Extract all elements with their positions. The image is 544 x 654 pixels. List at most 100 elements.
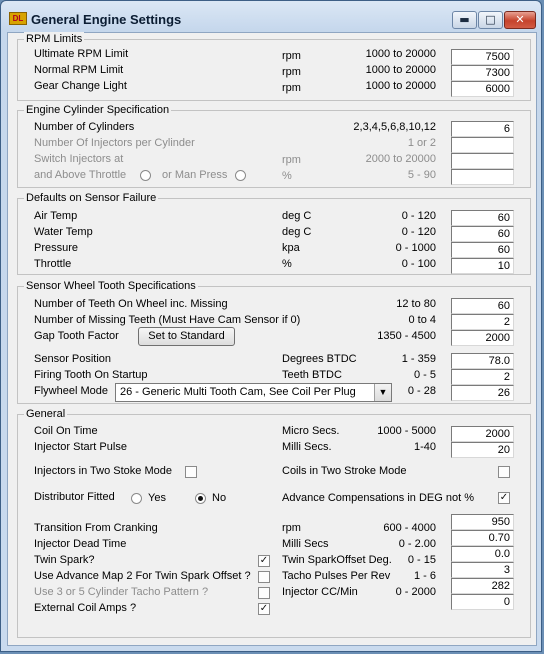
advance-comp-label: Advance Compensations in DEG not % — [282, 492, 474, 504]
firing-tooth-range: 0 - 5 — [413, 369, 436, 381]
firing-tooth-input[interactable]: 2 — [451, 369, 514, 385]
tacho-pulses-input[interactable]: 3 — [451, 562, 514, 578]
teeth-on-wheel-input[interactable]: 60 — [451, 298, 514, 314]
ultimate-rpm-unit: rpm — [282, 50, 301, 62]
external-coil-amps-checkbox[interactable]: ✓ — [258, 603, 270, 615]
sensor-position-label: Sensor Position — [34, 353, 112, 365]
coils-two-stroke-checkbox[interactable] — [498, 466, 510, 478]
distributor-fitted-label: Distributor Fitted — [34, 491, 115, 503]
tacho-pattern-label: Use 3 or 5 Cylinder Tacho Pattern ? — [34, 586, 209, 598]
close-button[interactable]: ✕ — [504, 11, 536, 29]
sensor-position-unit: Degrees BTDC — [282, 353, 357, 365]
above-throttle-radio[interactable] — [140, 170, 151, 181]
water-temp-input[interactable]: 60 — [451, 226, 514, 242]
above-throttle-range: 5 - 90 — [407, 169, 436, 181]
distributor-no-radio[interactable] — [195, 493, 206, 504]
ultimate-rpm-input[interactable]: 7500 — [451, 49, 514, 65]
missing-teeth-input[interactable]: 2 — [451, 314, 514, 330]
maximize-button[interactable]: □ — [478, 11, 503, 29]
advance-comp-checkbox[interactable]: ✓ — [498, 492, 510, 504]
tacho-pattern-checkbox[interactable] — [258, 587, 270, 599]
flywheel-mode-selected: 26 - Generic Multi Tooth Cam, See Coil P… — [120, 386, 356, 398]
twin-spark-offset-input[interactable]: 0.0 — [451, 546, 514, 562]
flywheel-mode-input[interactable]: 26 — [451, 385, 514, 401]
pressure-label: Pressure — [34, 242, 79, 254]
normal-rpm-input[interactable]: 7300 — [451, 65, 514, 81]
injectors-per-cyl-range: 1 or 2 — [407, 137, 436, 149]
group-title-cylinder: Engine Cylinder Specification — [24, 103, 172, 117]
title-bar[interactable]: DL General Engine Settings ▬ □ ✕ — [1, 1, 541, 33]
man-press-radio[interactable] — [235, 170, 246, 181]
injectors-per-cyl-label: Number Of Injectors per Cylinder — [34, 137, 195, 149]
air-temp-unit: deg C — [282, 210, 312, 222]
advance-map2-checkbox[interactable] — [258, 571, 270, 583]
above-throttle-label: and Above Throttle — [34, 169, 127, 181]
injector-cc-label: Injector CC/Min — [282, 586, 358, 598]
switch-injectors-input[interactable] — [451, 153, 514, 169]
injectors-two-stroke-checkbox[interactable] — [185, 466, 197, 478]
injector-dead-time-unit: Milli Secs — [282, 538, 329, 550]
pressure-range: 0 - 1000 — [395, 242, 436, 254]
pressure-input[interactable]: 60 — [451, 242, 514, 258]
window: DL General Engine Settings ▬ □ ✕ RPM Lim… — [0, 0, 542, 652]
cylinder-group: Engine Cylinder Specification Number of … — [17, 103, 531, 188]
transition-cranking-unit: rpm — [282, 522, 301, 534]
distributor-yes-label: Yes — [148, 492, 166, 504]
gap-tooth-label: Gap Tooth Factor — [34, 330, 119, 342]
injector-cc-input[interactable]: 282 — [451, 578, 514, 594]
switch-injectors-range: 2000 to 20000 — [365, 153, 436, 165]
missing-teeth-range: 0 to 4 — [408, 314, 436, 326]
normal-rpm-unit: rpm — [282, 66, 301, 78]
above-throttle-input[interactable] — [451, 169, 514, 185]
gear-change-input[interactable]: 6000 — [451, 81, 514, 97]
throttle-label: Throttle — [34, 258, 72, 270]
gap-tooth-input[interactable]: 2000 — [451, 330, 514, 346]
firing-tooth-unit: Teeth BTDC — [282, 369, 342, 381]
injectors-two-stroke-label: Injectors in Two Stoke Mode — [34, 465, 172, 477]
injector-start-pulse-input[interactable]: 20 — [451, 442, 514, 458]
external-coil-amps-label: External Coil Amps ? — [34, 602, 137, 614]
flywheel-mode-label: Flywheel Mode — [34, 385, 108, 397]
group-title-rpm-limits: RPM Limits — [24, 32, 85, 46]
app-icon: DL — [9, 12, 27, 25]
dialog-client: RPM Limits Ultimate RPM Limit rpm 1000 t… — [7, 32, 537, 646]
coils-two-stroke-label: Coils in Two Stroke Mode — [282, 465, 407, 477]
gear-change-label: Gear Change Light — [34, 80, 127, 92]
general-group: General Coil On Time Micro Secs. 1000 - … — [17, 407, 531, 638]
tacho-pulses-range: 1 - 6 — [413, 570, 436, 582]
coil-on-time-input[interactable]: 2000 — [451, 426, 514, 442]
firing-tooth-label: Firing Tooth On Startup — [34, 369, 148, 381]
water-temp-unit: deg C — [282, 226, 312, 238]
radio-selected-dot-icon — [198, 496, 203, 501]
injector-dead-time-input[interactable]: 0.70 — [451, 530, 514, 546]
num-cylinders-input[interactable]: 6 — [451, 121, 514, 137]
sensor-failure-group: Defaults on Sensor Failure Air Temp deg … — [17, 191, 531, 275]
pressure-unit: kpa — [282, 242, 300, 254]
rpm-limits-group: RPM Limits Ultimate RPM Limit rpm 1000 t… — [17, 32, 531, 101]
twin-spark-checkbox[interactable]: ✓ — [258, 555, 270, 567]
injector-start-pulse-range: 1-40 — [413, 441, 436, 453]
water-temp-label: Water Temp — [34, 226, 93, 238]
switch-injectors-label: Switch Injectors at — [34, 153, 124, 165]
num-cylinders-range: 2,3,4,5,6,8,10,12 — [353, 121, 436, 133]
extra-value-input[interactable]: 0 — [451, 594, 514, 610]
injectors-per-cyl-input[interactable] — [451, 137, 514, 153]
group-title-wheel: Sensor Wheel Tooth Specifications — [24, 279, 198, 293]
advance-map2-label: Use Advance Map 2 For Twin Spark Offset … — [34, 570, 251, 582]
transition-cranking-input[interactable]: 950 — [451, 514, 514, 530]
injector-dead-time-label: Injector Dead Time — [34, 538, 127, 550]
throttle-input[interactable]: 10 — [451, 258, 514, 274]
man-press-label: or Man Press — [162, 169, 228, 181]
sensor-position-input[interactable]: 78.0 — [451, 353, 514, 369]
throttle-unit: % — [282, 258, 292, 270]
normal-rpm-label: Normal RPM Limit — [34, 64, 124, 76]
set-to-standard-button[interactable]: Set to Standard — [138, 327, 235, 346]
switch-injectors-unit: rpm — [282, 154, 301, 166]
wheel-group: Sensor Wheel Tooth Specifications Number… — [17, 279, 531, 404]
ultimate-rpm-range: 1000 to 20000 — [365, 48, 436, 60]
injector-dead-time-range: 0 - 2.00 — [398, 538, 436, 550]
distributor-yes-radio[interactable] — [131, 493, 142, 504]
sensor-position-range: 1 - 359 — [401, 353, 436, 365]
minimize-button[interactable]: ▬ — [452, 11, 477, 29]
air-temp-input[interactable]: 60 — [451, 210, 514, 226]
